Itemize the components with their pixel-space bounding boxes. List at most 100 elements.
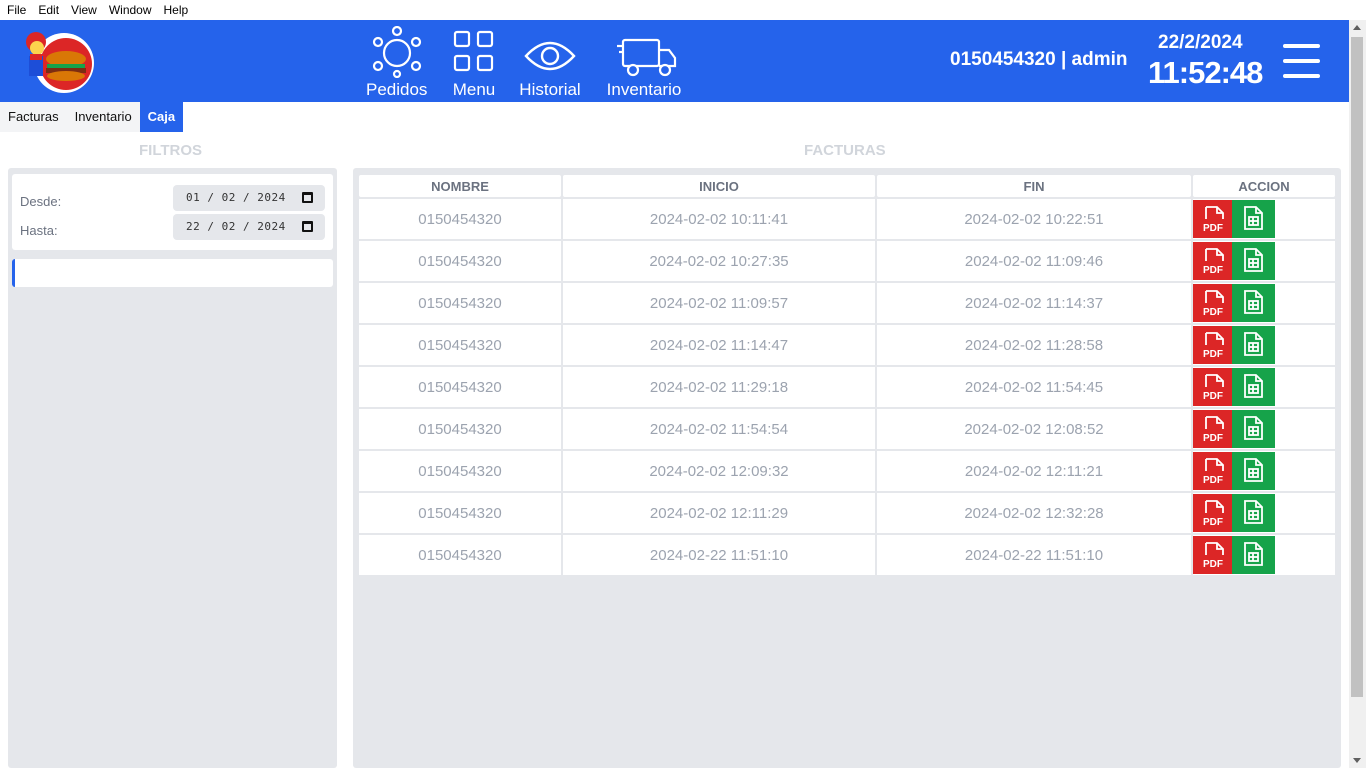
cell-nombre: 0150454320 <box>359 283 561 323</box>
cell-inicio: 2024-02-02 11:09:57 <box>563 283 875 323</box>
calendar-icon[interactable] <box>302 221 313 232</box>
cell-nombre: 0150454320 <box>359 199 561 239</box>
pdf-file-icon: PDF <box>1203 458 1224 485</box>
cell-inicio: 2024-02-02 11:29:18 <box>563 367 875 407</box>
spreadsheet-button[interactable] <box>1232 200 1275 238</box>
pdf-button[interactable]: PDF <box>1193 200 1236 238</box>
burger-logo[interactable] <box>22 26 98 94</box>
cell-accion: PDF <box>1193 283 1335 323</box>
pdf-button[interactable]: PDF <box>1193 410 1236 448</box>
spreadsheet-button[interactable] <box>1232 494 1275 532</box>
cell-accion: PDF <box>1193 241 1335 281</box>
pdf-button[interactable]: PDF <box>1193 536 1236 574</box>
column-accion[interactable]: ACCION <box>1193 175 1335 197</box>
cell-inicio: 2024-02-02 10:11:41 <box>563 199 875 239</box>
column-inicio[interactable]: INICIO <box>563 175 875 197</box>
pdf-button[interactable]: PDF <box>1193 494 1236 532</box>
menu-help[interactable]: Help <box>159 3 194 17</box>
pdf-file-icon: PDF <box>1203 332 1224 359</box>
table-row: 0150454320 2024-02-02 12:09:32 2024-02-02 … <box>359 451 1335 491</box>
menu-view[interactable]: View <box>66 3 102 17</box>
table-header-row: NOMBRE INICIO FIN ACCION <box>359 175 1335 197</box>
pdf-file-icon: PDF <box>1203 248 1224 275</box>
spreadsheet-button[interactable] <box>1232 410 1275 448</box>
hamburger-menu-button[interactable] <box>1283 44 1320 78</box>
nav-menu[interactable]: Menu <box>451 26 497 100</box>
cell-nombre: 0150454320 <box>359 241 561 281</box>
tab-facturas[interactable]: Facturas <box>0 102 67 132</box>
column-nombre[interactable]: NOMBRE <box>359 175 561 197</box>
spreadsheet-button[interactable] <box>1232 326 1275 364</box>
hasta-date-input[interactable]: 22 / 02 / 2024 <box>173 214 325 240</box>
pdf-button[interactable]: PDF <box>1193 326 1236 364</box>
scroll-up-icon[interactable] <box>1353 25 1361 30</box>
pdf-label: PDF <box>1203 265 1223 275</box>
pdf-label: PDF <box>1203 475 1223 485</box>
cell-fin: 2024-02-02 12:08:52 <box>877 409 1191 449</box>
cell-nombre: 0150454320 <box>359 367 561 407</box>
tab-caja[interactable]: Caja <box>139 102 184 132</box>
nav-inventario[interactable]: Inventario <box>603 26 685 100</box>
spreadsheet-button[interactable] <box>1232 452 1275 490</box>
table-row: 0150454320 2024-02-02 10:11:41 2024-02-02 … <box>359 199 1335 239</box>
spreadsheet-file-icon <box>1244 416 1263 440</box>
scroll-down-icon[interactable] <box>1353 758 1361 763</box>
table-row: 0150454320 2024-02-02 11:29:18 2024-02-02 … <box>359 367 1335 407</box>
spreadsheet-button[interactable] <box>1232 284 1275 322</box>
cell-fin: 2024-02-02 11:09:46 <box>877 241 1191 281</box>
spreadsheet-file-icon <box>1244 332 1263 356</box>
hasta-label: Hasta: <box>20 223 58 238</box>
current-date: 22/2/2024 <box>1158 32 1243 53</box>
pdf-button[interactable]: PDF <box>1193 368 1236 406</box>
pdf-file-icon: PDF <box>1203 416 1224 443</box>
spreadsheet-file-icon <box>1244 248 1263 272</box>
cell-inicio: 2024-02-02 12:11:29 <box>563 493 875 533</box>
cell-accion: PDF <box>1193 451 1335 491</box>
nav-historial[interactable]: Historial <box>517 26 583 100</box>
pdf-button[interactable]: PDF <box>1193 284 1236 322</box>
desde-label: Desde: <box>20 194 62 209</box>
spreadsheet-button[interactable] <box>1232 242 1275 280</box>
cell-fin: 2024-02-02 11:14:37 <box>877 283 1191 323</box>
menu-file[interactable]: File <box>2 3 31 17</box>
scrollbar-thumb[interactable] <box>1351 37 1363 697</box>
facturas-table: NOMBRE INICIO FIN ACCION 0150454320 2024-… <box>357 173 1337 577</box>
cell-nombre: 0150454320 <box>359 493 561 533</box>
desde-date-value: 01 / 02 / 2024 <box>186 191 286 204</box>
column-fin[interactable]: FIN <box>877 175 1191 197</box>
spreadsheet-file-icon <box>1244 290 1263 314</box>
nav-pedidos-label: Pedidos <box>366 80 428 99</box>
cell-accion: PDF <box>1193 367 1335 407</box>
filter-result-box[interactable] <box>12 259 333 287</box>
cell-fin: 2024-02-02 11:28:58 <box>877 325 1191 365</box>
cell-inicio: 2024-02-22 11:51:10 <box>563 535 875 575</box>
pdf-file-icon: PDF <box>1203 290 1224 317</box>
pdf-button[interactable]: PDF <box>1193 452 1236 490</box>
page-scrollbar[interactable] <box>1349 20 1366 768</box>
dining-table-icon <box>372 26 421 78</box>
tab-inventario[interactable]: Inventario <box>66 102 140 132</box>
filters-panel: Desde: 01 / 02 / 2024 Hasta: 22 / 02 / 2… <box>8 168 337 768</box>
pdf-button[interactable]: PDF <box>1193 242 1236 280</box>
section-tabs: Facturas Inventario Caja <box>0 102 184 132</box>
cell-nombre: 0150454320 <box>359 325 561 365</box>
spreadsheet-file-icon <box>1244 458 1263 482</box>
pdf-file-icon: PDF <box>1203 542 1224 569</box>
spreadsheet-button[interactable] <box>1232 368 1275 406</box>
desde-date-input[interactable]: 01 / 02 / 2024 <box>173 185 325 211</box>
spreadsheet-file-icon <box>1244 542 1263 566</box>
cell-inicio: 2024-02-02 10:27:35 <box>563 241 875 281</box>
pdf-label: PDF <box>1203 517 1223 527</box>
nav-menu-label: Menu <box>452 80 496 99</box>
menu-window[interactable]: Window <box>104 3 157 17</box>
cell-inicio: 2024-02-02 11:54:54 <box>563 409 875 449</box>
spreadsheet-button[interactable] <box>1232 536 1275 574</box>
filtros-title: FILTROS <box>139 142 203 159</box>
calendar-icon[interactable] <box>302 192 313 203</box>
date-filter-card: Desde: 01 / 02 / 2024 Hasta: 22 / 02 / 2… <box>12 174 333 250</box>
menu-edit[interactable]: Edit <box>33 3 64 17</box>
user-info: 0150454320 | admin <box>950 49 1128 70</box>
nav-pedidos[interactable]: Pedidos <box>366 26 427 100</box>
pdf-file-icon: PDF <box>1203 374 1224 401</box>
spreadsheet-file-icon <box>1244 374 1263 398</box>
